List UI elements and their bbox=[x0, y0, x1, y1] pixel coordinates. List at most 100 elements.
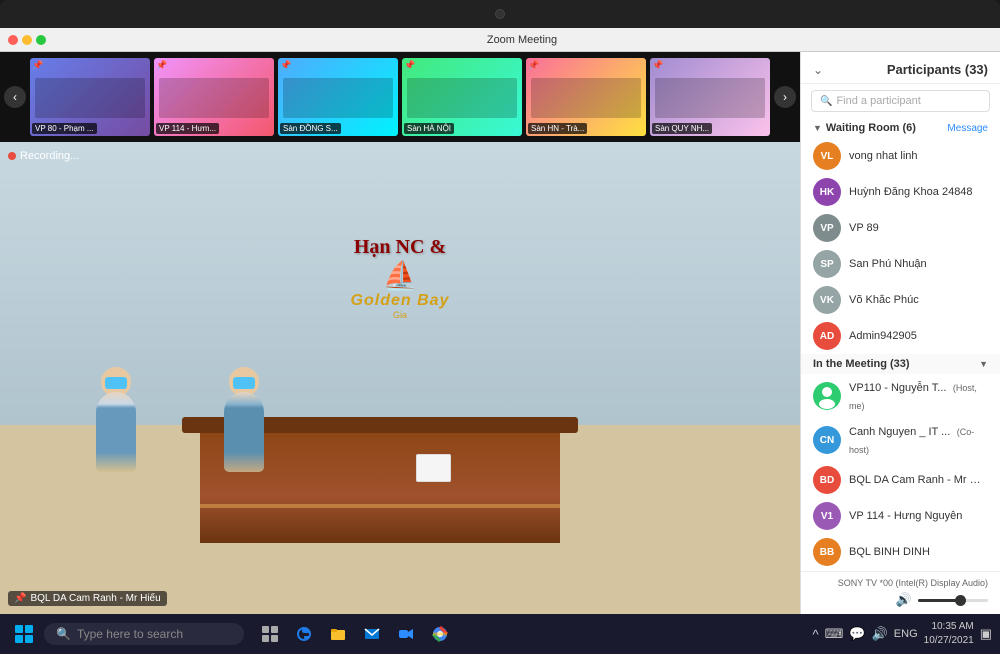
taskbar-edge[interactable] bbox=[290, 620, 318, 648]
participant-list[interactable]: ▼ Waiting Room (6) Message VL vong nhat … bbox=[801, 118, 1000, 571]
taskbar-search[interactable]: 🔍 Type here to search bbox=[44, 623, 244, 645]
taskbar-search-text: Type here to search bbox=[77, 627, 183, 641]
sys-tray-chat[interactable]: 💬 bbox=[849, 626, 865, 642]
clock-time: 10:35 AM bbox=[924, 620, 974, 634]
windows-logo-icon bbox=[15, 625, 33, 643]
taskbar-task-view[interactable] bbox=[256, 620, 284, 648]
window-controls bbox=[8, 35, 46, 45]
minimize-button[interactable] bbox=[22, 35, 32, 45]
sys-tray-chevron[interactable]: ^ bbox=[813, 627, 819, 642]
waiting-member-6[interactable]: AD Admin942905 bbox=[801, 318, 1000, 354]
webcam bbox=[495, 9, 505, 19]
video-area: ‹ 📌 VP 80 - Phạm ... 📌 VP 114 - Hưm... 📌 bbox=[0, 52, 800, 614]
meeting-name-3: BQL DA Cam Ranh - Mr Hiếu bbox=[849, 474, 988, 486]
sys-tray-volume[interactable]: 🔊 bbox=[872, 626, 888, 642]
search-placeholder: Find a participant bbox=[836, 95, 920, 107]
thumbnail-6[interactable]: 📌 Sàn QUY NH... bbox=[650, 58, 770, 136]
zoom-main-area: ‹ 📌 VP 80 - Phạm ... 📌 VP 114 - Hưm... 📌 bbox=[0, 52, 1000, 614]
in-meeting-label: In the Meeting (33) bbox=[813, 358, 910, 370]
volume-thumb[interactable] bbox=[955, 595, 966, 606]
avatar-bb: BB bbox=[813, 538, 841, 566]
waiting-member-2[interactable]: HK Huỳnh Đăng Khoa 24848 bbox=[801, 174, 1000, 210]
thumbnail-1[interactable]: 📌 VP 80 - Phạm ... bbox=[30, 58, 150, 136]
volume-icon: 🔊 bbox=[896, 592, 912, 608]
participants-panel: ⌄ Participants (33) 🔍 Find a participant… bbox=[800, 52, 1000, 614]
prev-thumbnail-button[interactable]: ‹ bbox=[4, 86, 26, 108]
person-2-body bbox=[224, 392, 264, 472]
waiting-name-2: Huỳnh Đăng Khoa 24848 bbox=[849, 186, 973, 198]
volume-slider[interactable] bbox=[918, 599, 988, 602]
meeting-member-2[interactable]: CN Canh Nguyen _ IT ... (Co-host) bbox=[801, 418, 1000, 462]
thumb-label-1: VP 80 - Phạm ... bbox=[32, 123, 97, 134]
panel-collapse-icon[interactable]: ⌄ bbox=[813, 63, 823, 77]
pin-icon-1: 📌 bbox=[32, 60, 43, 71]
meeting-member-5[interactable]: BB BQL BINH DINH bbox=[801, 534, 1000, 570]
waiting-name-6: Admin942905 bbox=[849, 330, 917, 342]
close-button[interactable] bbox=[8, 35, 18, 45]
meeting-name-4: VP 114 - Hưng Nguyễn bbox=[849, 510, 962, 522]
thumbnail-4[interactable]: 📌 Sàn HÀ NỘI bbox=[402, 58, 522, 136]
waiting-name-5: Võ Khắc Phúc bbox=[849, 294, 919, 306]
meeting-member-1[interactable]: VP110 - Nguyễn T... (Host, me) bbox=[801, 374, 1000, 418]
volume-control[interactable]: 🔊 bbox=[813, 592, 988, 608]
logo-sail-icon: ⛵ bbox=[240, 259, 560, 292]
pin-icon-4: 📌 bbox=[404, 60, 415, 71]
sys-tray-lang[interactable]: ENG bbox=[894, 628, 918, 640]
waiting-member-4[interactable]: SP San Phú Nhuận bbox=[801, 246, 1000, 282]
avatar-vp110 bbox=[813, 382, 841, 410]
avatar-vl: VL bbox=[813, 142, 841, 170]
taskbar-icons bbox=[256, 620, 454, 648]
waiting-chevron-icon: ▼ bbox=[813, 123, 822, 133]
waiting-name-1: vong nhat linh bbox=[849, 150, 918, 162]
zoom-titlebar: Zoom Meeting bbox=[0, 28, 1000, 52]
system-clock: 10:35 AM 10/27/2021 bbox=[924, 620, 974, 648]
pin-icon-6: 📌 bbox=[652, 60, 663, 71]
avatar-vk: VK bbox=[813, 286, 841, 314]
volume-bar: SONY TV *00 (Intel(R) Display Audio) 🔊 bbox=[801, 571, 1000, 614]
waiting-member-1[interactable]: VL vong nhat linh bbox=[801, 138, 1000, 174]
monitor-bezel bbox=[0, 0, 1000, 28]
sys-tray-keyboard[interactable]: ⌨ bbox=[825, 626, 844, 642]
in-meeting-header[interactable]: In the Meeting (33) ▼ bbox=[801, 354, 1000, 374]
next-thumbnail-button[interactable]: › bbox=[774, 86, 796, 108]
meeting-name-1: VP110 - Nguyễn T... bbox=[849, 382, 946, 394]
main-video-label: 📌 BQL DA Cam Ranh - Mr Hiếu bbox=[8, 591, 167, 606]
taskbar-chrome[interactable] bbox=[426, 620, 454, 648]
thumb-label-3: Sàn ĐỒNG S... bbox=[280, 123, 341, 134]
taskbar-file-explorer[interactable] bbox=[324, 620, 352, 648]
pin-icon-5: 📌 bbox=[528, 60, 539, 71]
maximize-button[interactable] bbox=[36, 35, 46, 45]
thumb-label-4: Sàn HÀ NỘI bbox=[404, 123, 454, 134]
thumb-label-2: VP 114 - Hưm... bbox=[156, 123, 219, 134]
panel-header: ⌄ Participants (33) bbox=[801, 52, 1000, 84]
taskbar-search-icon: 🔍 bbox=[56, 627, 71, 641]
thumb-label-6: Sàn QUY NH... bbox=[652, 123, 712, 134]
avatar-sp: SP bbox=[813, 250, 841, 278]
taskbar-mail[interactable] bbox=[358, 620, 386, 648]
golden-bay-logo: Hạn NC & ⛵ Golden Bay Gia bbox=[240, 236, 560, 320]
thumbnail-5[interactable]: 📌 Sàn HN - Trà... bbox=[526, 58, 646, 136]
person-2 bbox=[224, 392, 264, 472]
waiting-member-3[interactable]: VP VP 89 bbox=[801, 210, 1000, 246]
thumb-label-5: Sàn HN - Trà... bbox=[528, 123, 587, 134]
taskbar-zoom[interactable] bbox=[392, 620, 420, 648]
waiting-member-5[interactable]: VK Võ Khắc Phúc bbox=[801, 282, 1000, 318]
meeting-member-4[interactable]: V1 VP 114 - Hưng Nguyễn bbox=[801, 498, 1000, 534]
message-waiting-button[interactable]: Message bbox=[947, 123, 988, 134]
meeting-member-3[interactable]: BD BQL DA Cam Ranh - Mr Hiếu bbox=[801, 462, 1000, 498]
person-2-mask bbox=[233, 377, 255, 389]
start-button[interactable] bbox=[8, 618, 40, 650]
recording-dot bbox=[8, 152, 16, 160]
screen: Zoom Meeting ‹ 📌 VP 80 - Phạm ... 📌 bbox=[0, 28, 1000, 654]
participant-search-box[interactable]: 🔍 Find a participant bbox=[811, 90, 990, 112]
avatar-v1: V1 bbox=[813, 502, 841, 530]
sys-tray-notification[interactable]: ▣ bbox=[980, 626, 992, 642]
thumbnail-2[interactable]: 📌 VP 114 - Hưm... bbox=[154, 58, 274, 136]
monitor: Zoom Meeting ‹ 📌 VP 80 - Phạm ... 📌 bbox=[0, 0, 1000, 654]
person-1 bbox=[96, 392, 136, 472]
waiting-room-header[interactable]: ▼ Waiting Room (6) Message bbox=[801, 118, 1000, 138]
thumbnail-3[interactable]: 📌 Sàn ĐỒNG S... bbox=[278, 58, 398, 136]
avatar-bd: BD bbox=[813, 466, 841, 494]
logo-subtitle: Gia bbox=[240, 310, 560, 320]
office-scene: Hạn NC & ⛵ Golden Bay Gia bbox=[0, 142, 800, 614]
